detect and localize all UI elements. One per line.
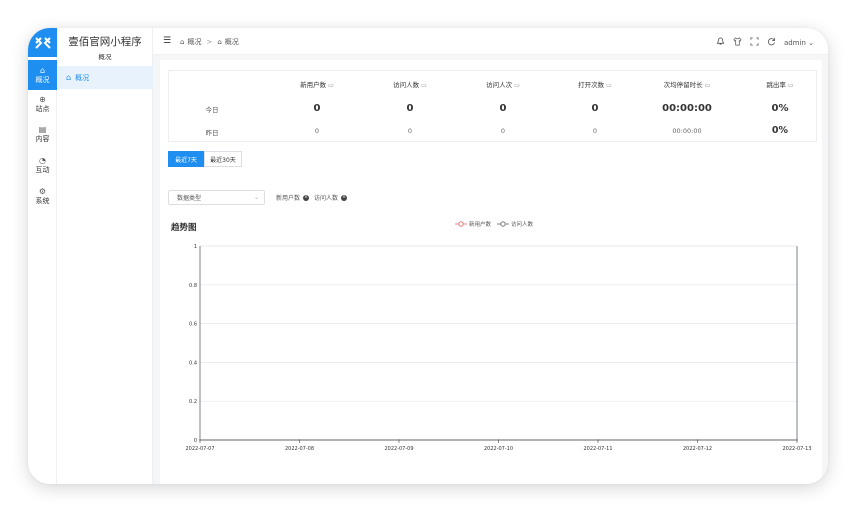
menu-toggle-icon[interactable]: ☰ — [163, 36, 171, 46]
breadcrumb-item: 概况 — [224, 38, 239, 46]
home-icon: ⌂ — [180, 38, 185, 46]
rail-item-overview[interactable]: ⌂ 概况 — [28, 60, 57, 90]
rail-item-content[interactable]: ▤ 内容 — [28, 119, 57, 149]
shirt-icon[interactable] — [733, 37, 742, 48]
sidebar-item-label: 概况 — [75, 73, 90, 82]
globe-icon: ⊕ — [39, 94, 46, 104]
y-tick-label: 0.6 — [189, 322, 197, 328]
home-icon: ⌂ — [66, 73, 72, 82]
rail-item-label: 概况 — [35, 75, 50, 84]
x-tick-label: 2022-07-09 — [384, 446, 413, 452]
data-point — [497, 439, 500, 441]
rail-item-site[interactable]: ⊕ 站点 — [28, 89, 57, 119]
app-title: 壹佰官网小程序 — [68, 36, 142, 48]
rail-item-label: 站点 — [35, 104, 50, 113]
data-point — [298, 439, 301, 441]
chat-icon: ◔ — [39, 155, 46, 165]
icon-rail: ⌂ 概况 ⊕ 站点 ▤ 内容 ◔ 互动 ⚙ 系统 — [28, 28, 57, 484]
x-tick-label: 2022-07-08 — [285, 446, 314, 452]
y-tick-label: 0.2 — [189, 399, 197, 405]
dashboard-card: 新用户数 ▭ 访问人数 ▭ 访问人次 ▭ 打开次数 ▭ 次均停留时长 ▭ 跳出率 ▭ 今日 … — [160, 60, 822, 484]
x-tick-label: 2022-07-12 — [683, 446, 712, 452]
data-point — [199, 439, 201, 441]
refresh-icon[interactable] — [767, 37, 776, 48]
x-tick-label: 2022-07-07 — [185, 446, 214, 452]
rail-item-label: 内容 — [35, 134, 50, 143]
y-tick-label: 1 — [194, 244, 197, 250]
data-point — [597, 439, 599, 441]
rail-item-interaction[interactable]: ◔ 互动 — [28, 150, 57, 180]
logo-icon — [34, 36, 51, 49]
rail-item-system[interactable]: ⚙ 系统 — [28, 181, 57, 211]
user-name: admin — [783, 38, 806, 47]
data-point — [398, 439, 400, 441]
gear-icon: ⚙ — [38, 186, 47, 196]
x-tick-label: 2022-07-11 — [583, 446, 612, 452]
user-menu[interactable]: admin ⌄ — [784, 39, 814, 47]
x-tick-label: 2022-07-13 — [782, 446, 811, 452]
y-tick-label: 0.4 — [189, 360, 197, 366]
bell-icon[interactable] — [716, 37, 725, 48]
sidebar-item-overview[interactable]: ⌂ 概况 — [57, 66, 153, 89]
app-window: ⌂ 概况 ⊕ 站点 ▤ 内容 ◔ 互动 ⚙ 系统 壹佰官网小程序 概况 ⌂ 概况… — [28, 28, 828, 484]
y-tick-label: 0 — [194, 438, 197, 444]
document-icon: ▤ — [38, 124, 47, 134]
header-actions: admin ⌄ — [716, 37, 814, 48]
sub-sidebar: 壹佰官网小程序 概况 ⌂ 概况 — [57, 28, 153, 484]
app-logo — [28, 28, 57, 57]
breadcrumb: ⌂ 概况 > ⌂ 概况 — [180, 37, 239, 47]
data-point — [796, 439, 798, 441]
data-point — [696, 439, 699, 441]
main-content: 新用户数 ▭ 访问人数 ▭ 访问人次 ▭ 打开次数 ▭ 次均停留时长 ▭ 跳出率 ▭ 今日 … — [153, 55, 828, 484]
y-tick-label: 0.8 — [189, 283, 197, 289]
breadcrumb-separator: > — [206, 38, 213, 46]
chevron-down-icon: ⌄ — [808, 38, 814, 47]
trend-chart: 0 0.2 0.4 0.6 0.8 1 2022-07-07 2022-07-08 2022-0… — [185, 244, 811, 452]
x-tick-label: 2022-07-10 — [484, 446, 513, 452]
home-icon: ⌂ — [217, 38, 222, 46]
rail-item-label: 系统 — [35, 196, 50, 205]
fullscreen-icon[interactable] — [750, 37, 759, 48]
home-icon: ⌂ — [39, 65, 46, 75]
app-subtitle: 概况 — [98, 53, 112, 61]
rail-item-label: 互动 — [35, 165, 50, 174]
top-header: ☰ ⌂ 概况 > ⌂ 概况 admin ⌄ — [153, 28, 828, 55]
breadcrumb-item[interactable]: 概况 — [187, 37, 201, 47]
